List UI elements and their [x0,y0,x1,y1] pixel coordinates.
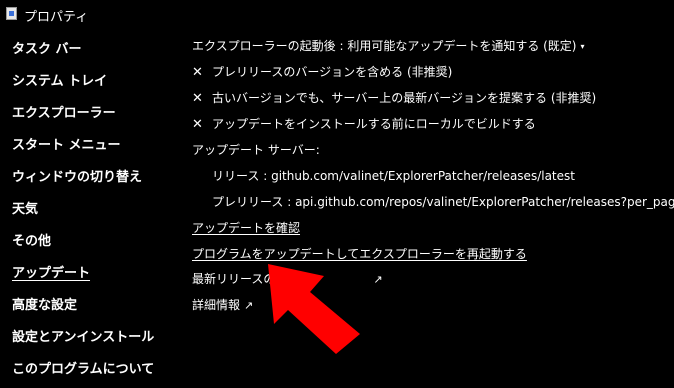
more-info-link[interactable]: 詳細情報 ↗ [192,296,253,313]
more-info-label: 詳細情報 [192,298,241,312]
x-mark-icon: ✕ [192,117,203,132]
x-mark-icon: ✕ [192,91,203,106]
sidebar-item-weather[interactable]: 天気 [12,198,38,217]
sidebar-item-uninstall[interactable]: 設定とアンインストール [12,326,154,345]
chevron-down-icon: ▾ [580,42,585,51]
option-include-prerelease[interactable]: ✕ プレリリースのバージョンを含める (非推奨) [192,63,452,80]
sidebar-item-window-switcher[interactable]: ウィンドウの切り替え [12,166,142,185]
option-suggest-latest[interactable]: ✕ 古いバージョンでも、サーバー上の最新バージョンを提案する (非推奨) [192,89,596,106]
red-arrow-annotation [268,264,360,354]
update-and-restart-link[interactable]: プログラムをアップデートしてエクスプローラーを再起動する [192,245,527,262]
arrow-shape [268,264,360,354]
update-server-heading: アップデート サーバー: [192,143,320,157]
external-link-icon: ↗ [373,273,383,286]
sidebar-item-updates[interactable]: アップデート [12,262,90,281]
option-label: アップデートをインストールする前にローカルでビルドする [212,117,536,131]
sidebar-item-start-menu[interactable]: スタート メニュー [12,134,121,153]
check-updates-link[interactable]: アップデートを確認 [192,219,300,236]
option-label: 古いバージョンでも、サーバー上の最新バージョンを提案する (非推奨) [212,91,597,105]
sidebar-item-about[interactable]: このプログラムについて [12,358,154,377]
sidebar-item-other[interactable]: その他 [12,230,51,249]
properties-window: プロパティ タスク バー システム トレイ エクスプローラー スタート メニュー… [0,0,674,388]
startup-setting-dropdown[interactable]: エクスプローラーの起動後 : 利用可能なアップデートを通知する (既定) ▾ [192,37,585,54]
sidebar-item-advanced[interactable]: 高度な設定 [12,294,77,313]
option-label: プレリリースのバージョンを含める (非推奨) [212,65,453,79]
sidebar-item-explorer[interactable]: エクスプローラー [12,102,116,121]
external-link-icon: ↗ [244,299,254,312]
release-server-field[interactable]: リリース : github.com/valinet/ExplorerPatche… [212,167,575,184]
startup-setting-label: エクスプローラーの起動後 : 利用可能なアップデートを通知する (既定) [192,39,577,53]
title-bar: プロパティ [0,0,674,28]
sidebar-item-system-tray[interactable]: システム トレイ [12,70,107,89]
app-icon [6,7,17,20]
x-mark-icon: ✕ [192,65,203,80]
prerelease-server-field[interactable]: プレリリース : api.github.com/repos/valinet/Ex… [212,193,674,210]
option-build-locally[interactable]: ✕ アップデートをインストールする前にローカルでビルドする [192,115,536,132]
sidebar-item-taskbar[interactable]: タスク バー [12,38,82,57]
window-title: プロパティ [24,10,89,25]
